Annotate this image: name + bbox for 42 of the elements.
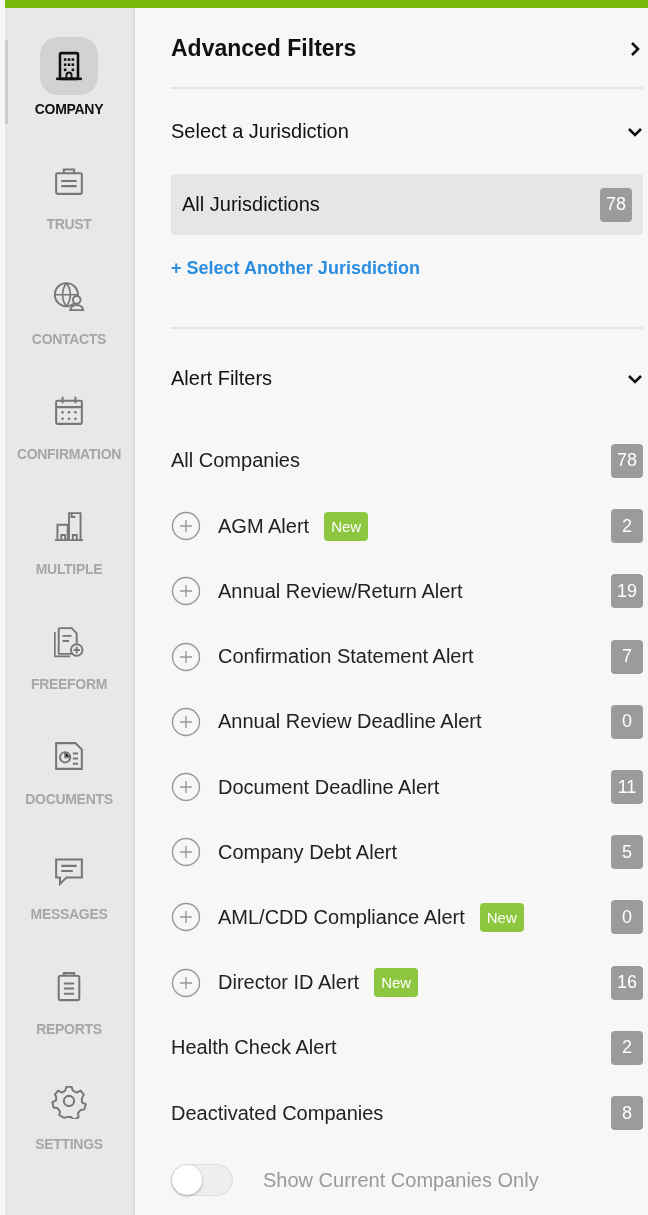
new-tag: New [324, 511, 369, 541]
new-tag: New [479, 902, 524, 932]
plus-circle-icon[interactable] [171, 576, 201, 607]
plus-circle-icon[interactable] [171, 902, 201, 933]
count-badge: 2 [611, 509, 643, 544]
alert-filter-label[interactable]: Confirmation Statement Alert [218, 645, 474, 669]
count-badge: 78 [600, 187, 632, 222]
alert-filter-label[interactable]: Annual Review/Return Alert [218, 579, 463, 603]
count-badge: 0 [611, 900, 643, 935]
count-badge: 16 [611, 965, 643, 1000]
plus-circle-icon[interactable] [171, 837, 201, 868]
nav-icon [51, 1083, 87, 1119]
plus-circle-icon[interactable] [171, 967, 201, 998]
alert-filter-label[interactable]: Company Debt Alert [218, 840, 397, 864]
count-badge: 0 [611, 704, 643, 739]
alert-filter-label[interactable]: Director ID Alert [218, 971, 360, 995]
count-badge: 8 [611, 1096, 643, 1131]
section-title: Alert Filters [171, 367, 274, 391]
count-badge: 2 [611, 1030, 643, 1065]
toggle-switch[interactable] [171, 1164, 233, 1197]
toggle-label: Show Current Companies Only [263, 1168, 539, 1192]
count-badge: 78 [611, 443, 643, 478]
new-tag: New [374, 968, 419, 998]
count-badge: 5 [611, 835, 643, 870]
alert-filter-label[interactable]: AML/CDD Compliance Alert [218, 905, 465, 929]
plus-circle-icon[interactable] [171, 772, 201, 802]
alert-filter-label[interactable]: All Companies [171, 449, 300, 473]
jurisdiction-item[interactable]: All Jurisdictions 78 [171, 174, 643, 236]
alert-filter-label[interactable]: Deactivated Companies [171, 1101, 384, 1125]
panel-title: Advanced Filters [171, 35, 358, 63]
alert-filter-label[interactable]: Document Deadline Alert [218, 775, 440, 799]
plus-circle-icon[interactable] [171, 511, 201, 542]
count-badge: 7 [611, 639, 643, 674]
plus-circle-icon[interactable] [171, 706, 201, 737]
section-title: Select a Jurisdiction [171, 120, 350, 144]
count-badge: 19 [611, 574, 643, 609]
plus-circle-icon[interactable] [171, 641, 201, 672]
alert-filter-label[interactable]: Health Check Alert [171, 1036, 337, 1060]
alert-filter-label[interactable]: AGM Alert [218, 514, 310, 538]
alert-filter-label[interactable]: Annual Review Deadline Alert [218, 710, 482, 734]
sidebar-item[interactable]: COMPANY [5, 37, 133, 152]
count-badge: 11 [611, 770, 643, 804]
